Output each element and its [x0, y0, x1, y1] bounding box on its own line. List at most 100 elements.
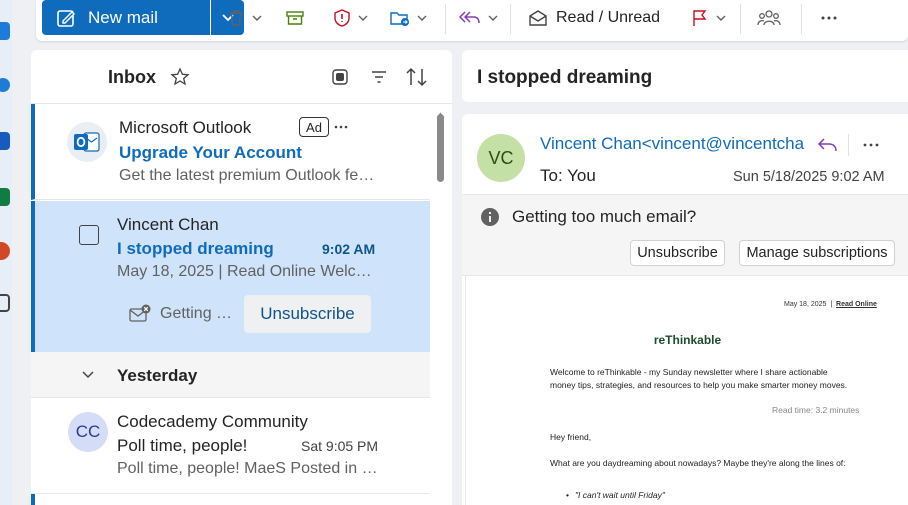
word-app-icon[interactable]: [0, 132, 10, 150]
message-time: Sat 9:05 PM: [301, 438, 379, 454]
toolbar-divider: [510, 4, 511, 34]
banner-text: Getting too much email?: [512, 207, 697, 226]
toolbar-divider: [445, 4, 446, 34]
scroll-up-arrow-icon[interactable]: [436, 112, 445, 118]
trash-icon: [230, 9, 242, 26]
sender-name: Microsoft Outlook: [119, 118, 252, 137]
message-time: 9:02 AM: [322, 241, 376, 257]
new-mail-button[interactable]: New mail: [42, 0, 210, 35]
divider: [848, 134, 849, 156]
archive-icon: [286, 10, 304, 25]
scrollbar-thumb[interactable]: [437, 114, 444, 182]
read-unread-label: Read / Unread: [556, 8, 661, 26]
toolbar-divider: [801, 4, 802, 34]
message-preview: Poll time, people! MaeS Posted in Codeca…: [117, 460, 379, 477]
excel-app-icon[interactable]: [0, 188, 10, 206]
avatar: VC: [477, 134, 525, 182]
filter-icon[interactable]: [370, 68, 388, 86]
move-to-button[interactable]: [389, 0, 427, 35]
flag-icon: [693, 9, 707, 26]
bullet-icon: •: [566, 490, 569, 500]
list-item[interactable]: Microsoft Outlook Ad Upgrade Your Accoun…: [31, 104, 430, 200]
sender-address[interactable]: Vincent Chan<vincent@vincentchan: [540, 134, 805, 154]
newsletter-intro-line: Welcome to reThinkable - my Sunday newsl…: [550, 367, 828, 377]
list-item[interactable]: [31, 494, 430, 505]
app-rail: [0, 0, 12, 505]
unsubscribe-banner: Getting too much email? Unsubscribe Mana…: [462, 194, 908, 276]
reply-all-icon: [458, 10, 480, 23]
unsubscribe-hint: Getting too much email?: [160, 305, 235, 322]
calendar-app-icon[interactable]: [0, 22, 10, 40]
people-icon: [757, 9, 781, 25]
read-unread-button[interactable]: Read / Unread: [528, 0, 660, 35]
info-icon: [481, 208, 499, 226]
chevron-down-icon: [488, 15, 498, 21]
sender-name: Codecademy Community: [117, 412, 308, 431]
message-preview: Get the latest premium Outlook features: [119, 167, 381, 184]
unsubscribe-mail-icon: [129, 304, 151, 322]
to-value: You: [567, 166, 596, 185]
email-body: May 18, 2025 | Read Online reThinkable W…: [465, 276, 908, 505]
select-checkbox[interactable]: [79, 225, 99, 245]
ad-badge: Ad: [299, 117, 329, 137]
toolbar-divider: [740, 4, 741, 34]
chevron-down-icon: [82, 371, 94, 379]
more-options-button[interactable]: [820, 0, 838, 35]
people-app-icon[interactable]: [0, 78, 10, 92]
report-button[interactable]: [332, 0, 368, 35]
group-header-yesterday[interactable]: Yesterday: [31, 352, 430, 398]
envelope-open-icon: [529, 9, 547, 26]
sort-icon[interactable]: [405, 66, 429, 88]
message-preview: May 18, 2025 | Read Online Welcome to re…: [117, 263, 377, 280]
avatar: CC: [68, 412, 108, 452]
flag-button[interactable]: [690, 0, 726, 35]
newsletter-brand: reThinkable: [653, 333, 722, 347]
message-subject: I stopped dreaming: [117, 239, 274, 258]
reply-all-button[interactable]: [458, 0, 498, 35]
delete-button[interactable]: [226, 0, 262, 35]
recipient-line: To: You: [540, 166, 596, 186]
list-item[interactable]: CC Codecademy Community Poll time, peopl…: [31, 398, 430, 494]
newsletter-bullet: "I can't wait until Friday": [575, 490, 665, 500]
pencil-compose-icon: [57, 9, 75, 27]
newsletter-greeting: Hey friend,: [550, 432, 592, 442]
chevron-down-icon: [417, 15, 427, 21]
email-date: Sun 5/18/2025 9:02 AM: [733, 169, 885, 185]
message-subject: Poll time, people!: [117, 436, 248, 455]
group-label: Yesterday: [117, 366, 198, 385]
to-label: To:: [540, 166, 563, 185]
more-icon[interactable]: [863, 143, 879, 147]
more-icon[interactable]: [334, 125, 348, 129]
archive-button[interactable]: [285, 0, 305, 35]
select-mode-icon[interactable]: [331, 68, 349, 86]
chevron-down-icon: [252, 15, 262, 21]
read-time: Read time: 3.2 minutes: [772, 405, 860, 415]
manage-subscriptions-button[interactable]: Manage subscriptions: [739, 240, 895, 266]
list-item-selected[interactable]: Vincent Chan I stopped dreaming 9:02 AM …: [31, 201, 430, 352]
newsletter-date: May 18, 2025: [784, 301, 827, 308]
newsletter-question: What are you daydreaming about nowadays?…: [550, 458, 846, 468]
command-toolbar: New mail Read / Unread: [36, 0, 908, 41]
outlook-logo-icon: [67, 122, 107, 162]
chevron-down-icon: [716, 15, 726, 21]
reading-pane: VC Vincent Chan<vincent@vincentchan To: …: [462, 114, 908, 505]
message-list-header: Inbox: [31, 50, 452, 104]
newsletter-intro-line: money tips, strategies, and resources to…: [550, 380, 848, 390]
separator: |: [830, 301, 833, 308]
star-icon[interactable]: [170, 67, 190, 87]
unsubscribe-button[interactable]: Unsubscribe: [630, 240, 725, 266]
email-subject: I stopped dreaming: [477, 67, 653, 88]
read-online-link[interactable]: Read Online: [836, 301, 877, 308]
message-list-pane: Inbox Microsoft Outlook Ad Upgrade Your …: [31, 50, 452, 505]
powerpoint-app-icon[interactable]: [0, 242, 10, 260]
reply-icon[interactable]: [816, 136, 838, 154]
report-shield-icon: [334, 8, 350, 27]
chevron-down-icon: [358, 15, 368, 21]
groups-button[interactable]: [757, 0, 781, 35]
unsubscribe-button[interactable]: Unsubscribe: [244, 295, 371, 333]
more-icon: [821, 16, 837, 19]
apps-icon[interactable]: [0, 294, 10, 312]
message-subject: Upgrade Your Account: [119, 143, 302, 162]
move-folder-icon: [390, 11, 409, 26]
folder-title: Inbox: [108, 67, 156, 87]
